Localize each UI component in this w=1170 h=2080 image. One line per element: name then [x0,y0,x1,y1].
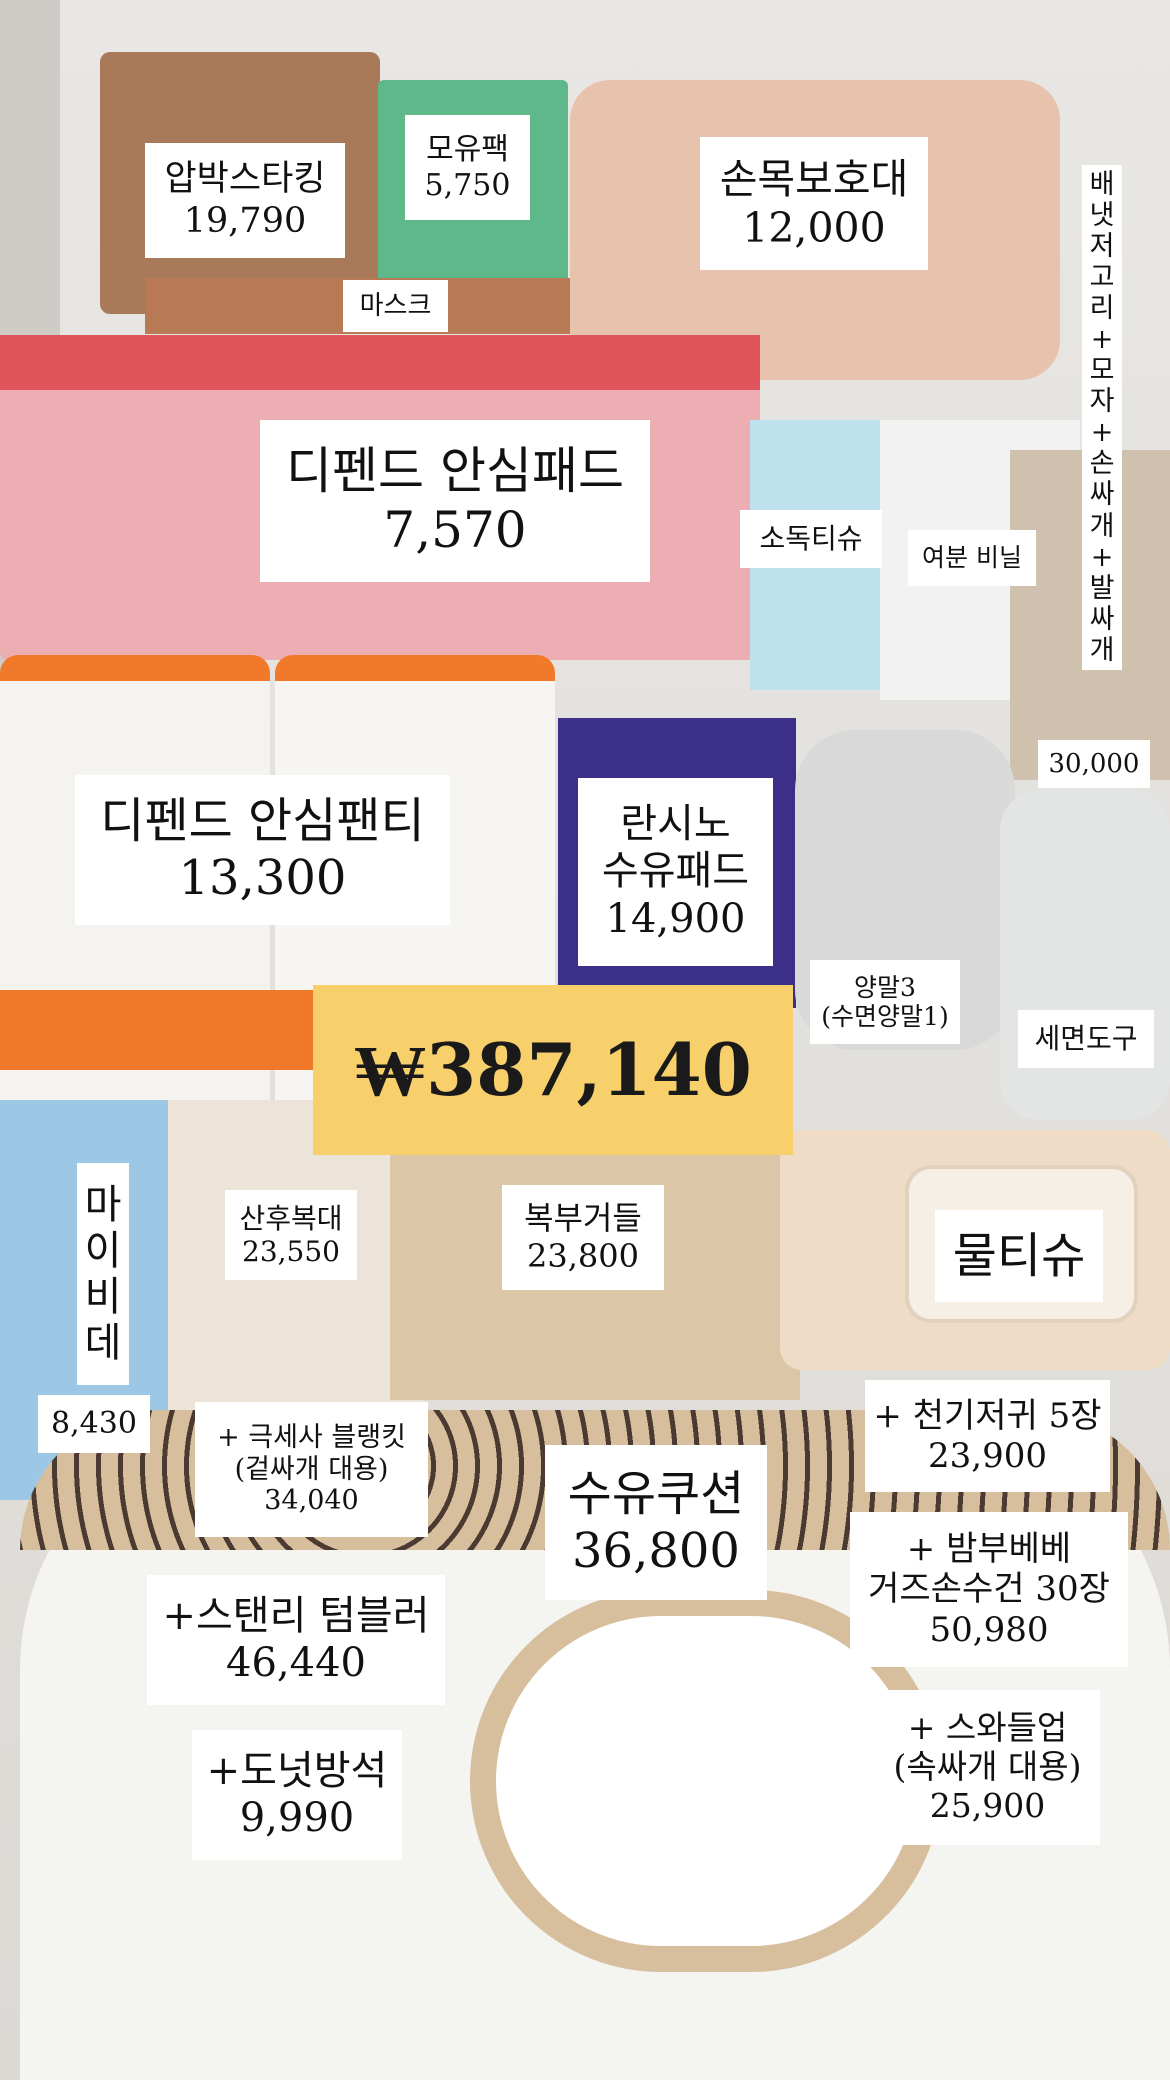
item-name: 복부거들 [524,1198,642,1237]
item-price: 12,000 [742,203,886,252]
item-price: 19,790 [183,200,307,241]
char: 싸 [1089,479,1115,511]
label-spare-vinyl: 여분 비닐 [908,530,1036,586]
char: 자 [1089,386,1115,418]
item-name-line2: (겉싸개 대용) [234,1453,389,1485]
item-price: 25,900 [929,1785,1046,1825]
label-bambou-towel: + 밤부베베 거즈손수건 30장 50,980 [850,1512,1128,1667]
label-fleece-blanket: + 극세사 블랭킷 (겉싸개 대용) 34,040 [195,1402,428,1537]
item-name: 마스크 [359,290,432,321]
char: 손 [1089,448,1115,480]
item-name: + 천기저귀 5장 [873,1395,1102,1436]
label-wet-wipes: 물티슈 [935,1210,1103,1302]
item-name-line1: 양말3 [854,972,916,1002]
char: 싸 [1089,603,1115,635]
char: 이 [84,1228,122,1274]
item-name: 디펜드 안심팬티 [100,793,425,850]
label-sanitizer-tissue: 소독티슈 [740,510,882,568]
item-name-line1: 란시노 [620,801,731,848]
item-price: 8,430 [51,1406,137,1442]
char: + [1090,324,1114,356]
label-newborn-set-price: 30,000 [1038,740,1150,788]
label-my-bidet-price: 8,430 [38,1395,150,1453]
item-name: 물티슈 [952,1227,1086,1284]
label-stanley-tumbler: +스탠리 텀블러 46,440 [147,1575,445,1705]
label-cloth-diaper: + 천기저귀 5장 23,900 [865,1380,1110,1492]
label-postpartum-belt: 산후복대 23,550 [225,1190,357,1280]
item-name: 소독티슈 [759,522,863,556]
pad-bag-top [0,335,760,390]
item-price: 23,900 [928,1436,1047,1476]
toiletries-bag [1000,790,1170,1120]
total-value: ₩387,140 [354,1027,752,1112]
item-price: 23,550 [242,1235,340,1268]
item-price: 7,570 [383,501,527,559]
item-price: 46,440 [226,1640,366,1686]
item-name: +도넛방석 [206,1747,388,1794]
item-price: 30,000 [1048,748,1140,779]
item-name-line1: + 극세사 블랭킷 [217,1421,406,1453]
item-name-line2: 수유패드 [601,848,750,895]
char: 냇 [1089,200,1115,232]
char: 마 [84,1182,122,1228]
char: 개 [1089,510,1115,542]
item-price: 23,800 [527,1236,639,1275]
label-abdominal-girdle: 복부거들 23,800 [502,1185,664,1290]
label-newborn-set: 배 냇 저 고 리 + 모 자 + 손 싸 개 + 발 싸 개 [1082,165,1122,670]
label-compression-stockings: 압박스타킹 19,790 [145,143,345,258]
label-wrist-guard: 손목보호대 12,000 [700,137,928,270]
label-depend-panty: 디펜드 안심팬티 13,300 [75,775,450,925]
item-name: +스탠리 텀블러 [162,1592,430,1639]
char: 데 [84,1320,122,1366]
item-name: 세면도구 [1034,1022,1138,1056]
label-socks: 양말3 (수면양말1) [810,960,960,1044]
label-toiletries: 세면도구 [1018,1010,1154,1068]
item-name: 디펜드 안심패드 [286,442,624,500]
item-name-line2: 거즈손수건 30장 [868,1569,1110,1610]
item-price: 5,750 [424,167,511,203]
item-name: 손목보호대 [719,155,909,204]
char: 고 [1089,262,1115,294]
item-price: 34,040 [264,1485,359,1517]
item-price: 13,300 [178,850,347,906]
label-swaddle-up: + 스와들업 (속싸개 대용) 25,900 [875,1690,1100,1845]
label-lansinoh-pad: 란시노 수유패드 14,900 [578,778,773,966]
label-mask: 마스크 [343,280,448,332]
item-name-line1: + 스와들업 [907,1708,1068,1748]
item-name: 압박스타킹 [164,159,326,200]
label-nursing-cushion: 수유쿠션 36,800 [545,1445,767,1600]
char: + [1090,417,1114,449]
item-name: 여분 비닐 [922,543,1022,573]
char: 발 [1089,572,1115,604]
item-price: 9,990 [239,1795,355,1841]
item-name: 산후복대 [239,1201,343,1235]
label-breast-milk-pack: 모유팩 5,750 [405,115,530,220]
char: 리 [1089,293,1115,325]
item-name-line2: (수면양말1) [821,1002,949,1031]
label-my-bidet: 마 이 비 데 [77,1163,129,1385]
label-depend-pad: 디펜드 안심패드 7,570 [260,420,650,582]
char: 비 [84,1274,122,1320]
label-donut-cushion: +도넛방석 9,990 [192,1730,402,1860]
char: 모 [1089,355,1115,387]
item-price: 14,900 [605,895,746,942]
char: 저 [1089,231,1115,263]
item-name-line2: (속싸개 대용) [893,1747,1082,1787]
item-name-line1: + 밤부베베 [906,1529,1072,1570]
char: 개 [1089,634,1115,666]
item-price: 36,800 [572,1522,740,1579]
char: 배 [1089,169,1115,200]
item-name: 수유쿠션 [567,1465,745,1522]
char: + [1090,541,1114,573]
item-price: 50,980 [929,1609,1049,1650]
item-name: 모유팩 [426,132,509,168]
total-amount: ₩387,140 [313,985,793,1155]
